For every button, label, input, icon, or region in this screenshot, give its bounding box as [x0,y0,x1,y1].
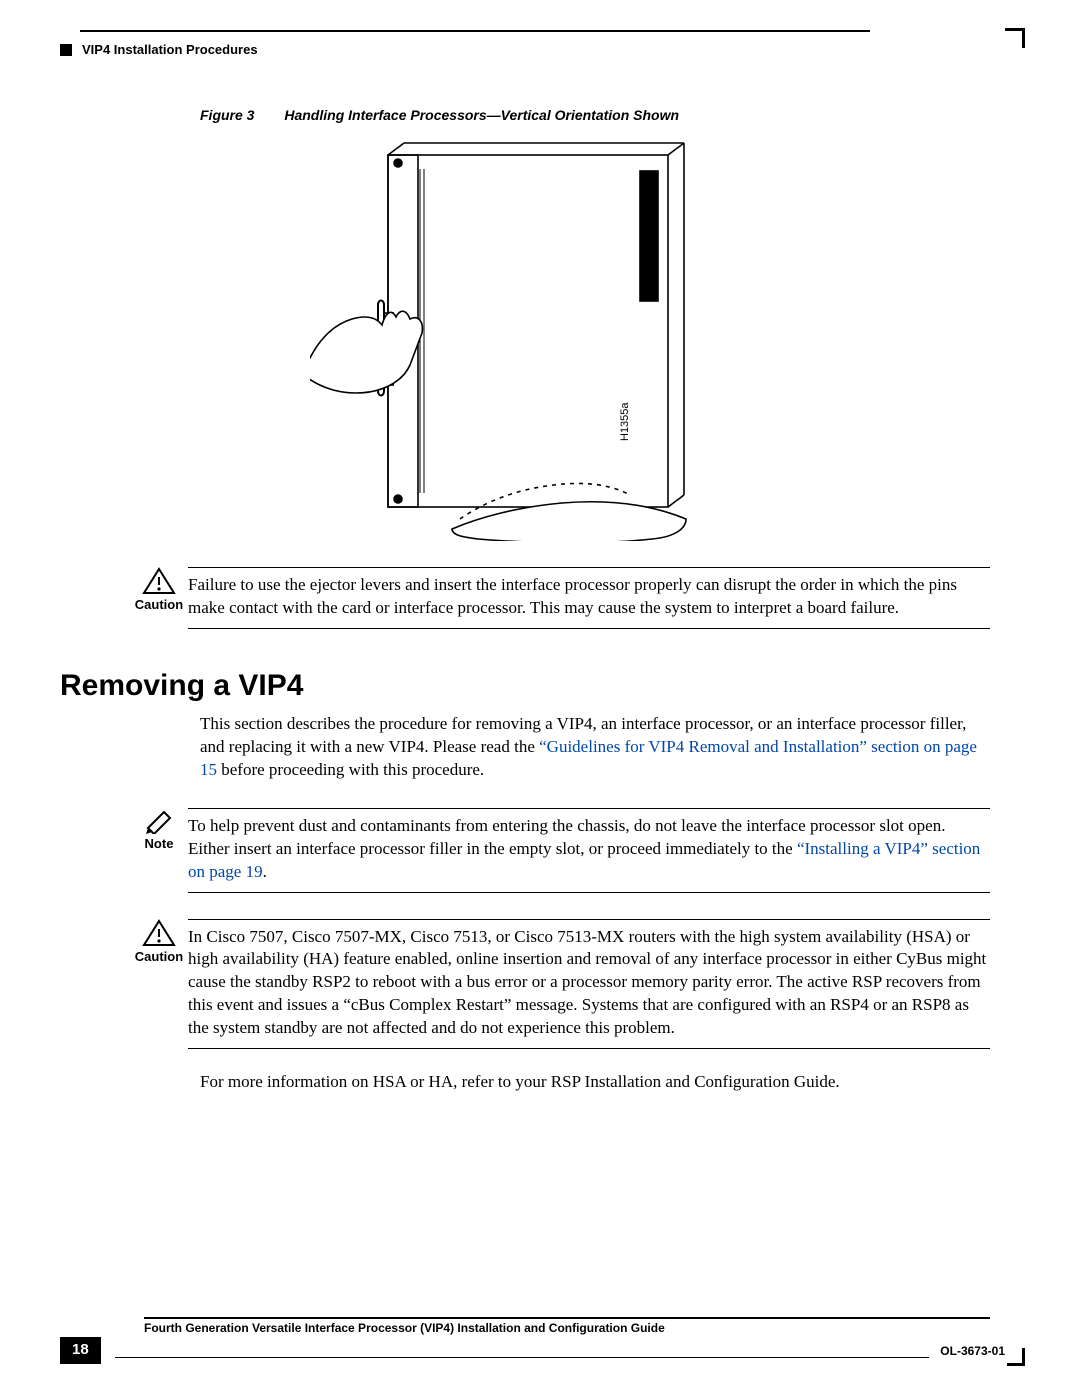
page-footer: Fourth Generation Versatile Interface Pr… [60,1317,1025,1364]
caution-label: Caution [130,597,188,612]
crop-mark-bottom-right [1007,1348,1025,1366]
header-square-icon [60,44,72,56]
figure-caption-text: Handling Interface Processors—Vertical O… [284,107,679,123]
note-label: Note [130,836,188,851]
section-heading: Removing a VIP4 [60,669,1025,703]
note-icon [130,808,188,834]
caution-icon [130,567,188,595]
footer-underline [115,1344,929,1358]
page-number: 18 [60,1337,101,1364]
running-header-text: VIP4 Installation Procedures [82,42,258,57]
document-number: OL-3673-01 [940,1344,1005,1358]
caution-text: In Cisco 7507, Cisco 7507-MX, Cisco 7513… [188,919,990,1050]
intro-post: before proceeding with this procedure. [217,760,484,779]
caution-label: Caution [130,949,188,964]
figure-label: Figure 3 [200,107,254,123]
header-rule [80,30,870,32]
running-header: VIP4 Installation Procedures [60,42,1025,57]
intro-paragraph: This section describes the procedure for… [200,713,990,782]
caution-text: Failure to use the ejector levers and in… [188,567,990,629]
crop-mark-top-right [1005,28,1025,48]
figure-illustration: H1355a [310,141,730,541]
note-body: To help prevent dust and contaminants fr… [188,808,990,893]
svg-text:H1355a: H1355a [619,402,631,441]
footer-title: Fourth Generation Versatile Interface Pr… [144,1321,1025,1335]
figure-caption: Figure 3 Handling Interface Processors—V… [200,107,1025,123]
note-post: . [263,862,267,881]
moreinfo-paragraph: For more information on HSA or HA, refer… [200,1071,990,1094]
caution-icon [130,919,188,947]
